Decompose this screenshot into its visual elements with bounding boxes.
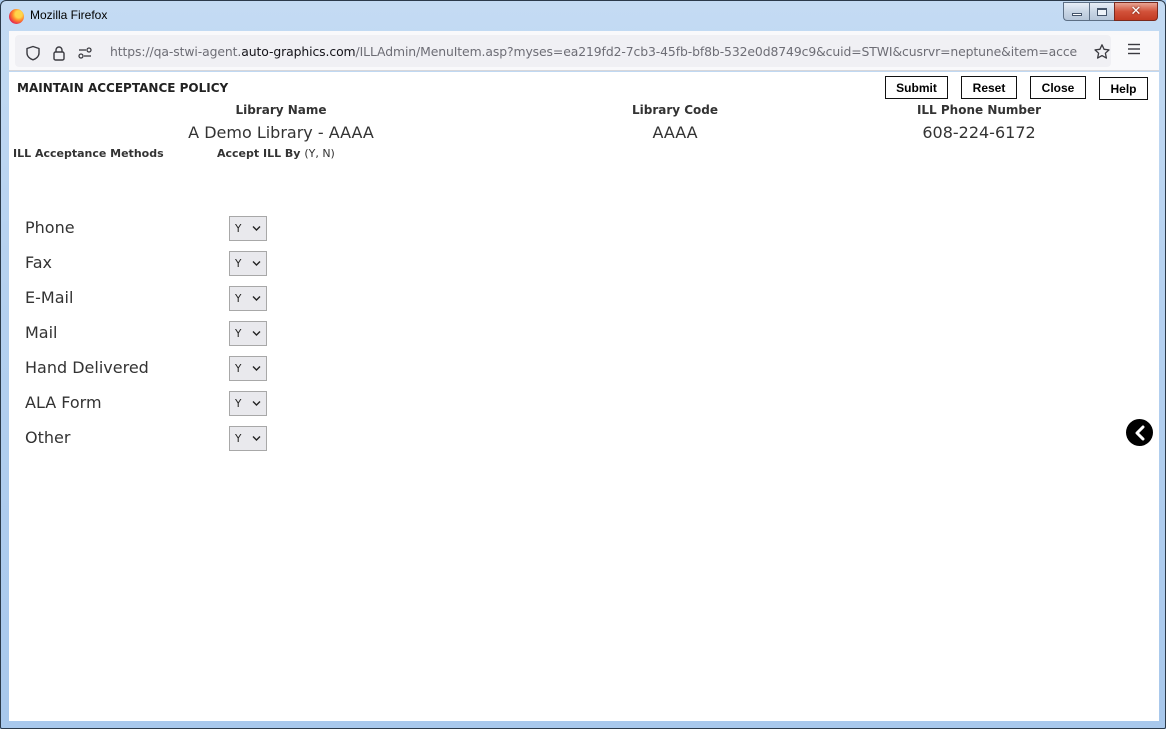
permissions-icon[interactable] bbox=[77, 45, 93, 61]
acceptance-method-row: E-Mail Y bbox=[9, 286, 309, 311]
library-code-label: Library Code bbox=[631, 103, 719, 117]
acceptance-method-row: Fax Y bbox=[9, 251, 309, 276]
window-controls: ✕ bbox=[1063, 2, 1158, 21]
submit-button[interactable]: Submit bbox=[885, 76, 948, 99]
accept-ill-select-value: Y bbox=[235, 362, 242, 375]
acceptance-method-label: Phone bbox=[25, 218, 75, 237]
shield-icon[interactable] bbox=[25, 45, 41, 61]
accept-ill-by-label: Accept ILL By bbox=[217, 147, 301, 160]
page-title: MAINTAIN ACCEPTANCE POLICY bbox=[17, 81, 229, 95]
page-content: MAINTAIN ACCEPTANCE POLICY Submit Reset … bbox=[9, 72, 1159, 721]
library-code-value: AAAA bbox=[652, 123, 698, 142]
ill-phone-value: 608-224-6172 bbox=[922, 123, 1036, 142]
firefox-logo-icon bbox=[9, 9, 24, 24]
acceptance-methods-header: ILL Acceptance Methods bbox=[13, 147, 164, 160]
acceptance-method-row: ALA Form Y bbox=[9, 391, 309, 416]
acceptance-method-label: Mail bbox=[25, 323, 58, 342]
chevron-down-icon bbox=[252, 296, 261, 301]
url-bar[interactable]: https://qa-stwi-agent.auto-graphics.com/… bbox=[15, 35, 1111, 67]
acceptance-method-row: Hand Delivered Y bbox=[9, 356, 309, 381]
reset-button[interactable]: Reset bbox=[961, 76, 1017, 99]
window-title: Mozilla Firefox bbox=[30, 8, 108, 22]
accept-ill-by-hint: (Y, N) bbox=[304, 147, 335, 160]
accept-ill-select[interactable]: Y bbox=[229, 321, 267, 346]
navigation-bar: https://qa-stwi-agent.auto-graphics.com/… bbox=[9, 31, 1159, 71]
url-text[interactable]: https://qa-stwi-agent.auto-graphics.com/… bbox=[110, 44, 1088, 59]
url-prefix: https://qa-stwi-agent. bbox=[110, 44, 242, 59]
chevron-left-icon bbox=[1135, 425, 1144, 440]
acceptance-method-label: Other bbox=[25, 428, 71, 447]
accept-ill-select-value: Y bbox=[235, 222, 242, 235]
chevron-down-icon bbox=[252, 331, 261, 336]
chevron-down-icon bbox=[252, 401, 261, 406]
accept-ill-select[interactable]: Y bbox=[229, 426, 267, 451]
url-domain: auto-graphics.com bbox=[241, 44, 356, 59]
acceptance-method-row: Phone Y bbox=[9, 216, 309, 241]
accept-ill-select[interactable]: Y bbox=[229, 391, 267, 416]
minimize-icon bbox=[1071, 13, 1082, 16]
acceptance-method-label: Fax bbox=[25, 253, 53, 272]
menu-icon[interactable] bbox=[1127, 43, 1141, 55]
close-window-button[interactable]: ✕ bbox=[1114, 2, 1158, 21]
acceptance-method-row: Other Y bbox=[9, 426, 309, 451]
accept-ill-select[interactable]: Y bbox=[229, 286, 267, 311]
accept-ill-by-header: Accept ILL By (Y, N) bbox=[217, 147, 335, 160]
help-button[interactable]: Help bbox=[1099, 77, 1148, 100]
ill-phone-label: ILL Phone Number bbox=[916, 103, 1042, 117]
minimize-button[interactable] bbox=[1063, 2, 1089, 21]
side-panel-toggle-button[interactable] bbox=[1126, 419, 1153, 446]
library-name-label: Library Name bbox=[235, 103, 327, 117]
close-button[interactable]: Close bbox=[1030, 76, 1086, 99]
acceptance-method-label: ALA Form bbox=[25, 393, 102, 412]
library-name-value: A Demo Library - AAAA bbox=[188, 123, 374, 142]
accept-ill-select-value: Y bbox=[235, 292, 242, 305]
chevron-down-icon bbox=[252, 366, 261, 371]
url-suffix: /ILLAdmin/MenuItem.asp?myses=ea219fd2-7c… bbox=[355, 44, 1078, 59]
accept-ill-select-value: Y bbox=[235, 257, 242, 270]
chevron-down-icon bbox=[252, 436, 261, 441]
accept-ill-select[interactable]: Y bbox=[229, 216, 267, 241]
accept-ill-select-value: Y bbox=[235, 397, 242, 410]
chevron-down-icon bbox=[252, 261, 261, 266]
accept-ill-select[interactable]: Y bbox=[229, 251, 267, 276]
lock-icon[interactable] bbox=[51, 45, 67, 61]
accept-ill-select[interactable]: Y bbox=[229, 356, 267, 381]
acceptance-method-row: Mail Y bbox=[9, 321, 309, 346]
accept-ill-select-value: Y bbox=[235, 432, 242, 445]
maximize-icon bbox=[1097, 7, 1107, 16]
browser-window: Mozilla Firefox ✕ https://qa-stwi-agent.… bbox=[0, 0, 1166, 729]
title-bar: Mozilla Firefox ✕ bbox=[1, 1, 1165, 31]
acceptance-method-label: E-Mail bbox=[25, 288, 74, 307]
acceptance-method-label: Hand Delivered bbox=[25, 358, 149, 377]
close-icon: ✕ bbox=[1130, 4, 1142, 19]
star-icon[interactable] bbox=[1093, 43, 1111, 61]
accept-ill-select-value: Y bbox=[235, 327, 242, 340]
maximize-button[interactable] bbox=[1089, 2, 1114, 21]
chevron-down-icon bbox=[252, 226, 261, 231]
